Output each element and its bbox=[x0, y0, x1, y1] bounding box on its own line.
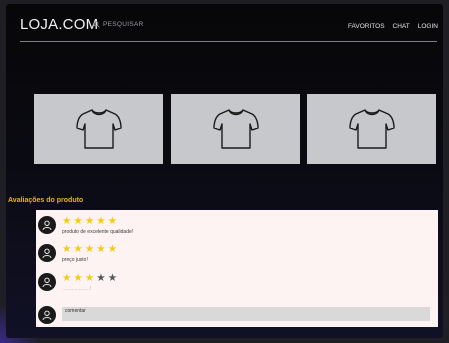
site-logo[interactable]: LOJA.COM bbox=[20, 16, 98, 33]
product-gallery bbox=[34, 94, 436, 164]
nav-chat[interactable]: CHAT bbox=[393, 23, 410, 30]
star-icon: ★ bbox=[96, 272, 106, 284]
star-rating: ★ ★ ★ ★ ★ bbox=[62, 216, 133, 227]
star-icon: ★ bbox=[73, 215, 83, 227]
star-icon: ★ bbox=[84, 215, 95, 227]
reviews-heading: Avaliações do produto bbox=[8, 197, 84, 204]
app-window: LOJA.COM PESQUISAR FAVORITOS CHAT LOGIN bbox=[6, 4, 443, 338]
reviews-panel: ★ ★ ★ ★ ★ produto de excelente qualidade… bbox=[36, 210, 438, 327]
star-icon: ★ bbox=[107, 272, 118, 284]
star-icon: ★ bbox=[73, 243, 83, 255]
top-nav: FAVORITOS CHAT LOGIN bbox=[348, 23, 438, 30]
comment-input[interactable]: comentar bbox=[62, 307, 430, 321]
star-rating: ★ ★ ★ ★ ★ bbox=[62, 273, 117, 284]
star-icon: ★ bbox=[96, 215, 106, 227]
user-avatar-icon bbox=[38, 306, 56, 324]
search-icon bbox=[93, 21, 100, 28]
review-item: ★ ★ ★ ★ ★ produto de excelente qualidade… bbox=[38, 216, 133, 235]
tshirt-icon bbox=[75, 109, 122, 149]
top-bar: LOJA.COM PESQUISAR FAVORITOS CHAT LOGIN bbox=[6, 4, 443, 44]
star-icon: ★ bbox=[107, 215, 118, 227]
star-icon: ★ bbox=[62, 243, 72, 255]
star-icon: ★ bbox=[73, 272, 83, 284]
review-text: ………………! bbox=[62, 286, 91, 292]
nav-login[interactable]: LOGIN bbox=[418, 23, 438, 30]
star-icon: ★ bbox=[62, 272, 72, 284]
review-text: preço justo! bbox=[62, 257, 88, 263]
user-avatar-icon bbox=[38, 216, 56, 234]
product-card[interactable] bbox=[34, 94, 163, 164]
star-icon: ★ bbox=[96, 243, 106, 255]
header-divider bbox=[20, 41, 437, 42]
review-text: produto de excelente qualidade! bbox=[62, 229, 134, 235]
review-item: ★ ★ ★ ★ ★ ………………! bbox=[38, 273, 117, 292]
star-icon: ★ bbox=[107, 243, 118, 255]
star-icon: ★ bbox=[84, 243, 95, 255]
star-icon: ★ bbox=[62, 215, 72, 227]
star-icon: ★ bbox=[84, 272, 95, 284]
product-card[interactable] bbox=[171, 94, 300, 164]
product-card[interactable] bbox=[307, 94, 436, 164]
search-box[interactable]: PESQUISAR bbox=[93, 21, 144, 28]
tshirt-icon bbox=[212, 109, 259, 149]
tshirt-icon bbox=[348, 109, 395, 149]
star-rating: ★ ★ ★ ★ ★ bbox=[62, 244, 117, 255]
user-avatar-icon bbox=[38, 273, 56, 291]
search-placeholder[interactable]: PESQUISAR bbox=[103, 21, 144, 28]
user-avatar-icon bbox=[38, 244, 56, 262]
comment-row bbox=[38, 306, 56, 324]
nav-favoritos[interactable]: FAVORITOS bbox=[348, 23, 385, 30]
review-item: ★ ★ ★ ★ ★ preço justo! bbox=[38, 244, 117, 263]
